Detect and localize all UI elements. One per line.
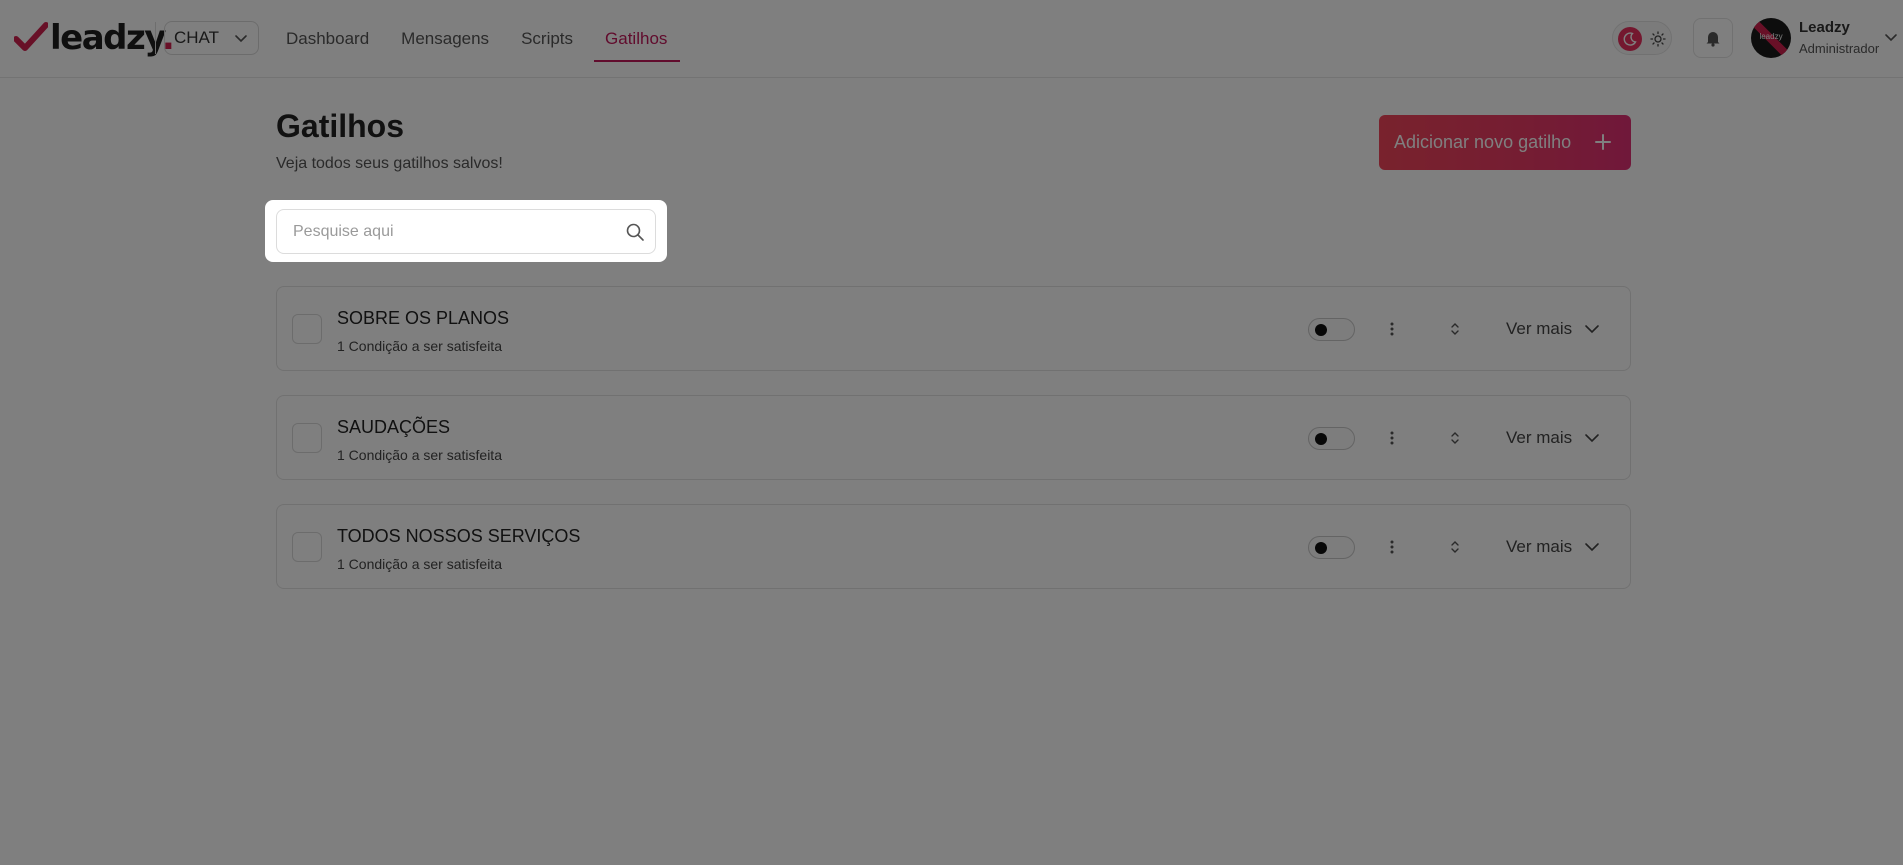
toggle-knob bbox=[1315, 324, 1327, 336]
top-header: leadzy. CHAT Dashboard Mensagens Scripts… bbox=[0, 0, 1903, 78]
see-more-button[interactable]: Ver mais bbox=[1506, 535, 1600, 559]
bell-icon bbox=[1706, 32, 1720, 47]
main-nav: Dashboard Mensagens Scripts Gatilhos bbox=[286, 0, 699, 78]
nav-gatilhos[interactable]: Gatilhos bbox=[593, 0, 681, 78]
trigger-checkbox[interactable] bbox=[292, 423, 322, 453]
add-trigger-button[interactable]: Adicionar novo gatilho bbox=[1379, 115, 1631, 170]
trigger-conditions: 1 Condição a ser satisfeita bbox=[337, 447, 502, 463]
trigger-toggle[interactable] bbox=[1308, 318, 1355, 341]
reorder-icon[interactable] bbox=[1443, 426, 1467, 450]
page-title: Gatilhos bbox=[276, 108, 405, 144]
nav-mensagens[interactable]: Mensagens bbox=[401, 0, 489, 78]
user-name: Leadzy bbox=[1799, 19, 1850, 36]
kebab-menu-icon[interactable] bbox=[1380, 535, 1404, 559]
moon-icon[interactable] bbox=[1618, 27, 1642, 51]
see-more-label: Ver mais bbox=[1506, 319, 1573, 338]
plus-icon bbox=[1595, 134, 1611, 150]
add-trigger-label: Adicionar novo gatilho bbox=[1394, 132, 1572, 152]
product-select-value: CHAT bbox=[174, 28, 220, 47]
search-field bbox=[276, 209, 656, 254]
trigger-checkbox[interactable] bbox=[292, 532, 322, 562]
toggle-knob bbox=[1315, 542, 1327, 554]
sun-icon[interactable] bbox=[1647, 28, 1669, 50]
nav-scripts[interactable]: Scripts bbox=[521, 0, 573, 78]
trigger-card: SOBRE OS PLANOS 1 Condição a ser satisfe… bbox=[276, 286, 1631, 371]
see-more-label: Ver mais bbox=[1506, 537, 1573, 556]
see-more-button[interactable]: Ver mais bbox=[1506, 317, 1600, 341]
trigger-card: TODOS NOSSOS SERVIÇOS 1 Condição a ser s… bbox=[276, 504, 1631, 589]
see-more-label: Ver mais bbox=[1506, 428, 1573, 447]
theme-toggle[interactable] bbox=[1612, 21, 1672, 55]
reorder-icon[interactable] bbox=[1443, 317, 1467, 341]
trigger-title: TODOS NOSSOS SERVIÇOS bbox=[337, 526, 581, 546]
search-input[interactable] bbox=[277, 210, 607, 253]
checkmark-logo-icon bbox=[14, 22, 48, 51]
kebab-menu-icon[interactable] bbox=[1380, 317, 1404, 341]
chevron-down-icon bbox=[1585, 543, 1599, 552]
trigger-conditions: 1 Condição a ser satisfeita bbox=[337, 338, 502, 354]
notifications-button[interactable] bbox=[1693, 18, 1733, 58]
logo[interactable]: leadzy. bbox=[14, 18, 175, 58]
kebab-menu-icon[interactable] bbox=[1380, 426, 1404, 450]
avatar[interactable]: leadzy bbox=[1751, 18, 1791, 58]
trigger-checkbox[interactable] bbox=[292, 314, 322, 344]
reorder-icon[interactable] bbox=[1443, 535, 1467, 559]
trigger-title: SOBRE OS PLANOS bbox=[337, 308, 510, 328]
user-role: Administrador bbox=[1799, 41, 1880, 56]
search-highlight bbox=[265, 200, 667, 262]
chevron-down-icon bbox=[1585, 325, 1599, 334]
trigger-card: SAUDAÇÕES 1 Condição a ser satisfeita Ve… bbox=[276, 395, 1631, 480]
header-divider bbox=[155, 22, 156, 54]
product-select[interactable]: CHAT bbox=[164, 21, 259, 55]
trigger-conditions: 1 Condição a ser satisfeita bbox=[337, 556, 502, 572]
chevron-down-icon bbox=[1585, 434, 1599, 443]
search-icon[interactable] bbox=[625, 222, 645, 242]
trigger-toggle[interactable] bbox=[1308, 427, 1355, 450]
nav-dashboard[interactable]: Dashboard bbox=[286, 0, 369, 78]
avatar-text: leadzy bbox=[1759, 32, 1783, 41]
page-subtitle: Veja todos seus gatilhos salvos! bbox=[276, 155, 503, 172]
toggle-knob bbox=[1315, 433, 1327, 445]
trigger-toggle[interactable] bbox=[1308, 536, 1355, 559]
see-more-button[interactable]: Ver mais bbox=[1506, 426, 1600, 450]
chevron-down-icon bbox=[235, 35, 247, 43]
trigger-title: SAUDAÇÕES bbox=[337, 417, 451, 437]
user-menu-chevron-icon[interactable] bbox=[1884, 30, 1898, 44]
